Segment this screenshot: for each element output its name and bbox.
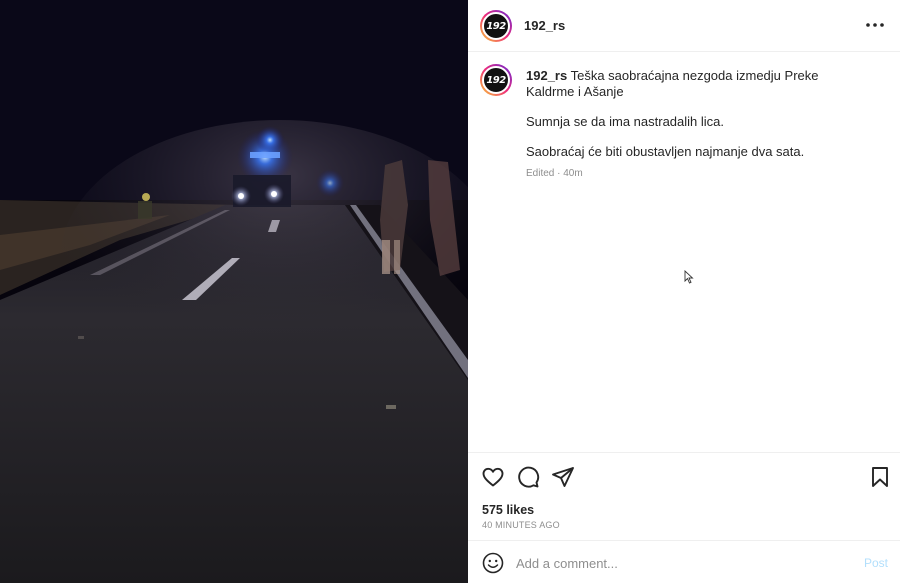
mouse-cursor-icon [684,269,694,289]
post-actions: 575 likes 40 MINUTES AGO [468,452,900,540]
emoji-icon[interactable] [482,552,504,574]
caption-line-2: Sumnja se da ima nastradalih lica. [526,114,724,129]
caption-username[interactable]: 192_rs [526,68,567,83]
comment-input[interactable] [516,551,846,575]
avatar[interactable]: 192 [480,10,512,42]
comment-bar: Post [468,540,900,583]
caption-avatar-logo: 192 [482,66,510,94]
edited-timestamp: Edited · 40m [526,168,583,179]
caption-body: Teška saobraćajna nezgoda izmedju Preke … [526,68,819,99]
bookmark-icon[interactable] [868,465,892,489]
post-image[interactable] [0,0,468,583]
caption-text: 192_rs Teška saobraćajna nezgoda izmedju… [526,68,856,160]
avatar-logo: 192 [482,12,510,40]
post-details-panel: 192 192_rs 192 192_rs Teška saobraćajna … [468,0,900,583]
caption-line-3: Saobraćaj će biti obustavljen najmanje d… [526,144,805,159]
post-caption: 192 192_rs Teška saobraćajna nezgoda izm… [468,52,900,452]
comment-icon[interactable] [516,465,540,489]
post-comment-button[interactable]: Post [864,556,888,570]
post-username[interactable]: 192_rs [524,18,565,33]
night-road-photo [0,0,468,583]
share-icon[interactable] [551,465,575,489]
more-horizontal-icon[interactable] [864,14,886,36]
likes-count[interactable]: 575 likes [482,503,534,517]
post-header: 192 192_rs [468,0,900,52]
caption-avatar[interactable]: 192 [480,64,512,96]
heart-icon[interactable] [481,465,505,489]
post-time-ago: 40 MINUTES AGO [482,520,560,530]
